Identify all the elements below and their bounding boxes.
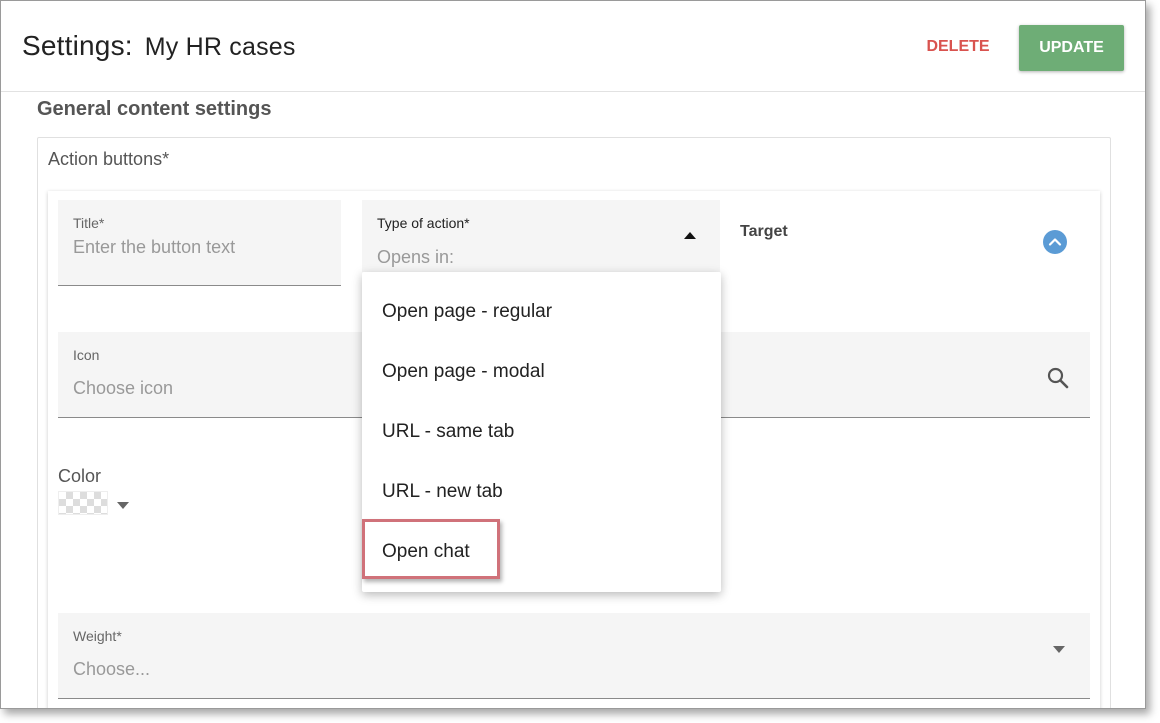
target-label: Target [740, 223, 788, 240]
caret-down-icon[interactable] [1053, 646, 1065, 653]
delete-button[interactable]: DELETE [913, 31, 1003, 63]
dropdown-item-url-new-tab[interactable]: URL - new tab [362, 462, 721, 522]
color-label: Color [58, 466, 102, 486]
type-field-placeholder: Opens in: [377, 247, 455, 267]
title-input[interactable]: Title* Enter the button text [58, 200, 341, 286]
page-name: My HR cases [144, 33, 296, 61]
search-icon[interactable] [1046, 366, 1070, 390]
title-field-placeholder: Enter the button text [73, 237, 236, 257]
section-title: General content settings [37, 98, 272, 120]
dropdown-item-open-page-regular[interactable]: Open page - regular [362, 282, 721, 342]
icon-field-placeholder: Choose icon [73, 378, 174, 398]
title-field-label: Title* [73, 215, 105, 231]
type-of-action-select[interactable]: Type of action* Opens in: [362, 200, 720, 272]
dropdown-item-open-page-modal[interactable]: Open page - modal [362, 342, 721, 402]
weight-field-label: Weight* [73, 628, 122, 644]
color-swatch[interactable] [58, 491, 108, 515]
caret-up-icon[interactable] [684, 232, 696, 239]
action-buttons-label: Action buttons* [48, 149, 170, 169]
type-field-label: Type of action* [377, 215, 470, 231]
chevron-up-circle-icon[interactable] [1043, 230, 1067, 254]
chevron-up-icon [1048, 238, 1062, 246]
caret-down-icon[interactable] [117, 502, 129, 509]
header: Settings: My HR cases DELETE UPDATE [1, 1, 1145, 92]
icon-field-label: Icon [73, 347, 100, 363]
dropdown-item-url-same-tab[interactable]: URL - same tab [362, 402, 721, 462]
settings-label: Settings: [22, 30, 133, 61]
weight-field-placeholder: Choose... [73, 659, 151, 679]
weight-select[interactable]: Weight* Choose... [58, 613, 1090, 699]
dropdown-item-open-chat[interactable]: Open chat [362, 522, 721, 582]
page-title: Settings: My HR cases [22, 30, 296, 62]
type-of-action-dropdown: Open page - regular Open page - modal UR… [362, 272, 721, 592]
settings-window: Settings: My HR cases DELETE UPDATE Gener… [0, 0, 1146, 709]
update-button[interactable]: UPDATE [1019, 25, 1124, 71]
